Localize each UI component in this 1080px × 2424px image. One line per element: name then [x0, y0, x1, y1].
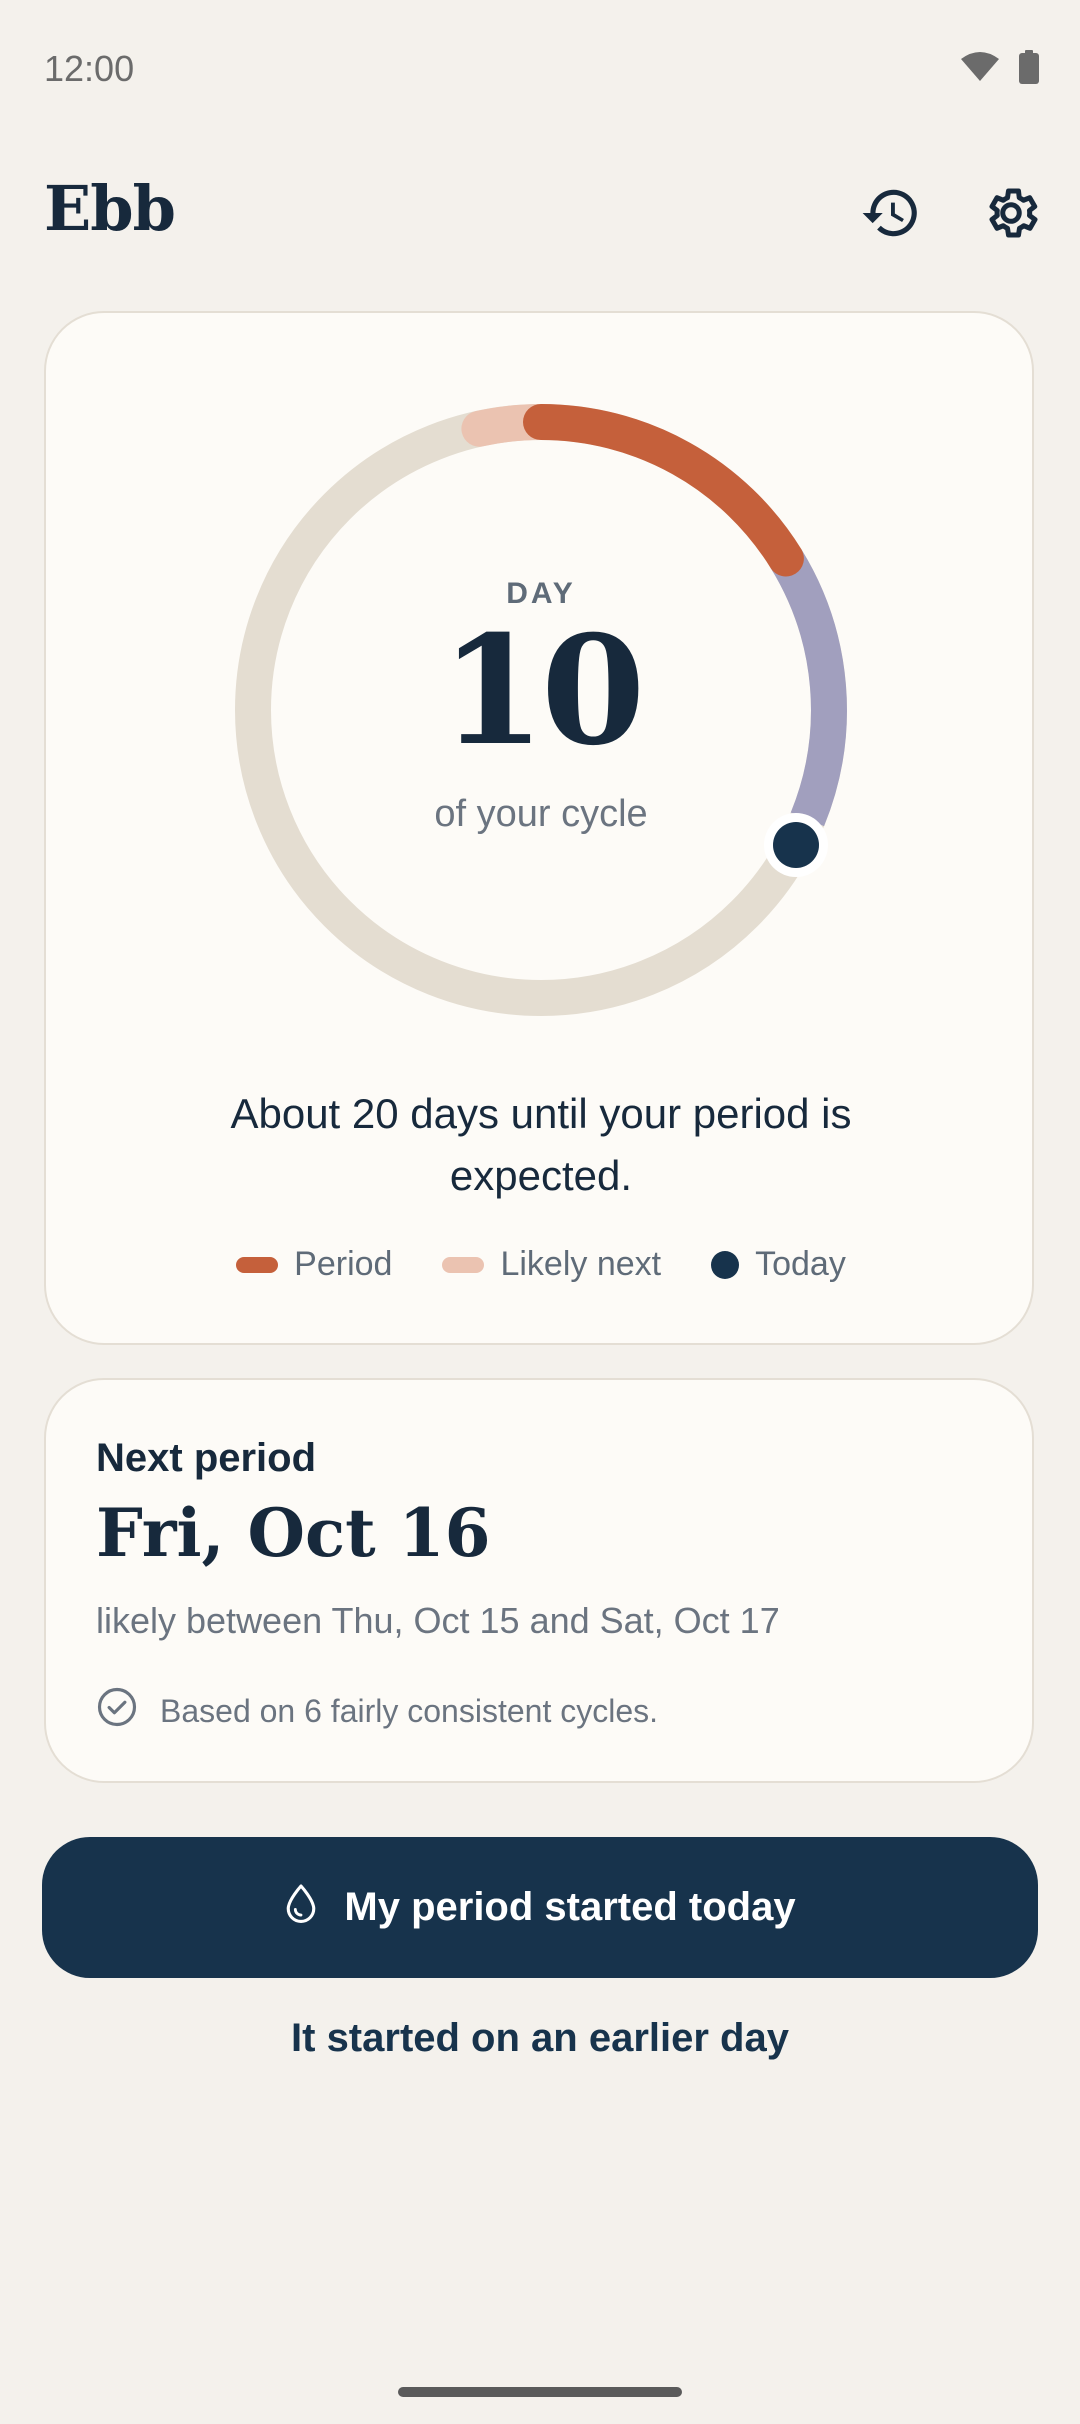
gear-icon: [981, 183, 1041, 247]
status-bar: 12:00: [0, 0, 1080, 140]
legend-period-label: Period: [294, 1245, 393, 1283]
prediction-basis-text: Based on 6 fairly consistent cycles.: [160, 1692, 659, 1729]
top-actions: [856, 180, 1046, 250]
legend-likely-next: Likely next: [442, 1245, 661, 1284]
home-indicator: [398, 2387, 682, 2397]
status-time: 12:00: [44, 48, 135, 89]
day-number: 10: [440, 603, 646, 779]
app-title: Ebb: [44, 172, 176, 245]
next-period-date: Fri, Oct 16: [96, 1494, 491, 1572]
check-circle-icon: [96, 1686, 138, 1736]
prediction-basis: Based on 6 fairly consistent cycles.: [96, 1686, 658, 1736]
history-button[interactable]: [856, 180, 926, 250]
cycle-card: DAY 10 of your cycle About 20 days until…: [44, 311, 1034, 1345]
likely-next-swatch: [442, 1256, 485, 1273]
legend-today-label: Today: [755, 1245, 846, 1283]
today-swatch: [711, 1250, 740, 1279]
primary-button-label: My period started today: [344, 1885, 796, 1929]
battery-icon: [1018, 50, 1040, 88]
status-icons: [960, 50, 1040, 88]
next-period-card: Next period Fri, Oct 16 likely between T…: [44, 1378, 1034, 1783]
period-started-today-button[interactable]: My period started today: [42, 1837, 1038, 1978]
earlier-day-link[interactable]: It started on an earlier day: [0, 2016, 1080, 2061]
legend-today: Today: [711, 1245, 846, 1284]
history-icon: [860, 182, 922, 248]
drop-icon: [284, 1883, 318, 1933]
legend: Period Likely next Today: [46, 1245, 1036, 1284]
day-subtitle: of your cycle: [434, 793, 648, 835]
wifi-icon: [960, 51, 1000, 87]
next-period-range: likely between Thu, Oct 15 and Sat, Oct …: [96, 1600, 780, 1641]
next-period-label: Next period: [96, 1436, 317, 1480]
legend-period: Period: [236, 1245, 392, 1284]
countdown-text: About 20 days until your period is expec…: [230, 1090, 852, 1199]
period-swatch: [236, 1256, 279, 1273]
settings-button[interactable]: [976, 180, 1046, 250]
legend-likely-next-label: Likely next: [500, 1245, 662, 1283]
